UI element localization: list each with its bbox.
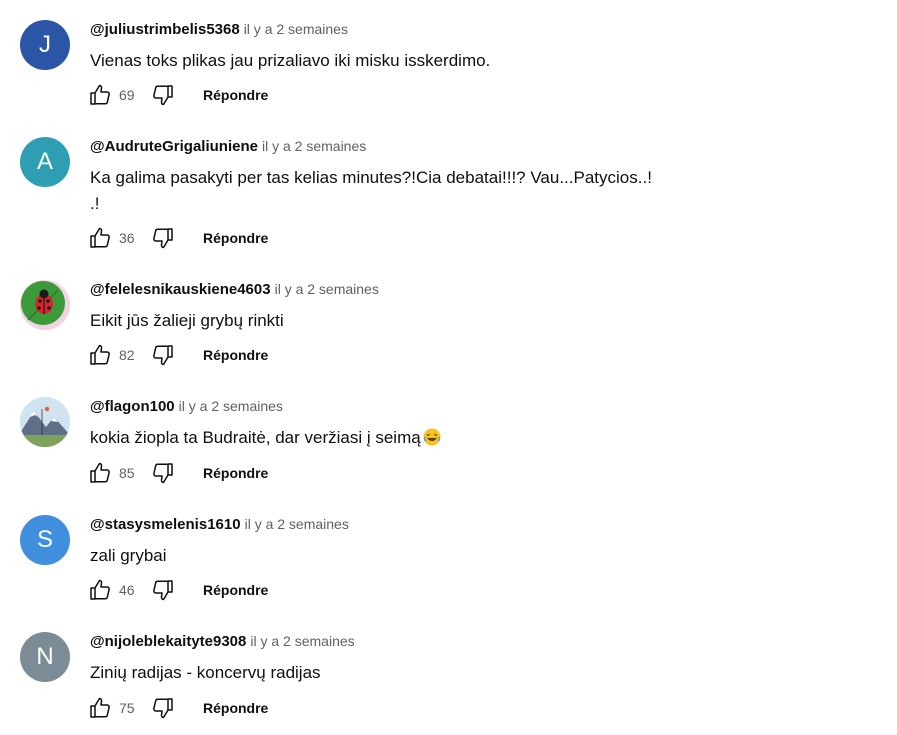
- thumbs-up-icon: [90, 579, 110, 600]
- comment-thread: A @AudruteGrigaliuniene il y a 2 semaines…: [0, 137, 897, 263]
- like-button[interactable]: [86, 576, 114, 604]
- comment-author[interactable]: @AudruteGrigaliuniene: [90, 138, 258, 155]
- comment-actions: 69 Répondre: [86, 80, 268, 110]
- like-count: 85: [119, 465, 135, 481]
- mountain-landscape-icon: [20, 397, 70, 447]
- comment-thread: @felelesnikauskiene4603 il y a 2 semaines…: [0, 280, 897, 380]
- comment-thread: N @nijoleblekaityte9308 il y a 2 semaines…: [0, 632, 897, 732]
- comment-author[interactable]: @juliustrimbelis5368: [90, 21, 240, 38]
- comment-author[interactable]: @felelesnikauskiene4603: [90, 281, 271, 298]
- comment-text: Zinių radijas - koncervų radijas: [90, 663, 321, 682]
- comment-time[interactable]: il y a 2 semaines: [244, 21, 348, 37]
- like-count: 46: [119, 582, 135, 598]
- comment-text: Vienas toks plikas jau prizaliavo iki mi…: [90, 51, 491, 70]
- comment-thread: @flagon100 il y a 2 semaines kokia žiopla…: [0, 397, 897, 497]
- like-count: 82: [119, 347, 135, 363]
- avatar[interactable]: A: [20, 137, 70, 187]
- thumbs-up-icon: [90, 697, 110, 718]
- avatar-letter: A: [36, 148, 53, 175]
- reply-button[interactable]: Répondre: [203, 465, 268, 481]
- thumbs-down-icon: [153, 463, 173, 484]
- comment-thread: J @juliustrimbelis5368 il y a 2 semaines …: [0, 20, 897, 120]
- comment-author[interactable]: @flagon100: [90, 398, 175, 415]
- thumbs-up-icon: [90, 462, 110, 483]
- dislike-button[interactable]: [149, 341, 177, 369]
- reply-button[interactable]: Répondre: [203, 87, 268, 103]
- comment-text: zali grybai: [90, 546, 167, 565]
- comment-header: @nijoleblekaityte9308 il y a 2 semaines: [90, 632, 355, 651]
- like-button[interactable]: [86, 341, 114, 369]
- avatar[interactable]: J: [20, 20, 70, 70]
- comment-thread: S @stasysmelenis1610 il y a 2 semaines za…: [0, 515, 897, 615]
- comment-time[interactable]: il y a 2 semaines: [262, 138, 366, 154]
- reply-button[interactable]: Répondre: [203, 347, 268, 363]
- avatar-letter: J: [39, 31, 51, 58]
- thumbs-up-icon: [90, 227, 110, 248]
- like-button[interactable]: [86, 224, 114, 252]
- comment-text: Eikit jūs žalieji grybų rinkti: [90, 311, 284, 330]
- dislike-button[interactable]: [149, 224, 177, 252]
- comment-author[interactable]: @nijoleblekaityte9308: [90, 633, 246, 650]
- dislike-button[interactable]: [149, 694, 177, 722]
- reply-button[interactable]: Répondre: [203, 230, 268, 246]
- comment-header: @juliustrimbelis5368 il y a 2 semaines: [90, 20, 348, 39]
- comment-actions: 36 Répondre: [86, 223, 268, 253]
- thumbs-down-icon: [153, 580, 173, 601]
- comment-actions: 75 Répondre: [86, 693, 268, 723]
- like-count: 36: [119, 230, 135, 246]
- avatar-letter: N: [36, 643, 54, 670]
- like-button[interactable]: [86, 694, 114, 722]
- comment-actions: 85 Répondre: [86, 458, 268, 488]
- ladybug-leaf-icon: [20, 280, 70, 330]
- laughing-emoji-icon: [423, 428, 441, 454]
- comment-text: kokia žiopla ta Budraitė, dar veržiasi į…: [90, 425, 680, 454]
- comment-time[interactable]: il y a 2 semaines: [275, 281, 379, 297]
- dislike-button[interactable]: [149, 81, 177, 109]
- like-button[interactable]: [86, 459, 114, 487]
- comment-actions: 82 Répondre: [86, 340, 268, 370]
- reply-button[interactable]: Répondre: [203, 700, 268, 716]
- comment-time[interactable]: il y a 2 semaines: [245, 516, 349, 532]
- comment-header: @stasysmelenis1610 il y a 2 semaines: [90, 515, 349, 534]
- dislike-button[interactable]: [149, 576, 177, 604]
- comment-time[interactable]: il y a 2 semaines: [250, 633, 354, 649]
- comment-header: @felelesnikauskiene4603 il y a 2 semaines: [90, 280, 379, 299]
- comment-author[interactable]: @stasysmelenis1610: [90, 516, 241, 533]
- comment-header: @AudruteGrigaliuniene il y a 2 semaines: [90, 137, 366, 156]
- like-count: 69: [119, 87, 135, 103]
- comment-text-content: kokia žiopla ta Budraitė, dar veržiasi į…: [90, 428, 421, 447]
- comment-header: @flagon100 il y a 2 semaines: [90, 397, 283, 416]
- reply-button[interactable]: Répondre: [203, 582, 268, 598]
- thumbs-down-icon: [153, 228, 173, 249]
- comment-text: Ka galima pasakyti per tas kelias minute…: [90, 168, 652, 213]
- comment-actions: 46 Répondre: [86, 575, 268, 605]
- thumbs-down-icon: [153, 85, 173, 106]
- like-count: 75: [119, 700, 135, 716]
- avatar[interactable]: [20, 280, 70, 330]
- comment-time[interactable]: il y a 2 semaines: [179, 398, 283, 414]
- thumbs-down-icon: [153, 345, 173, 366]
- dislike-button[interactable]: [149, 459, 177, 487]
- thumbs-up-icon: [90, 84, 110, 105]
- avatar-letter: S: [36, 526, 53, 553]
- avatar[interactable]: [20, 397, 70, 447]
- thumbs-up-icon: [90, 344, 110, 365]
- avatar[interactable]: N: [20, 632, 70, 682]
- thumbs-down-icon: [153, 698, 173, 719]
- avatar[interactable]: S: [20, 515, 70, 565]
- like-button[interactable]: [86, 81, 114, 109]
